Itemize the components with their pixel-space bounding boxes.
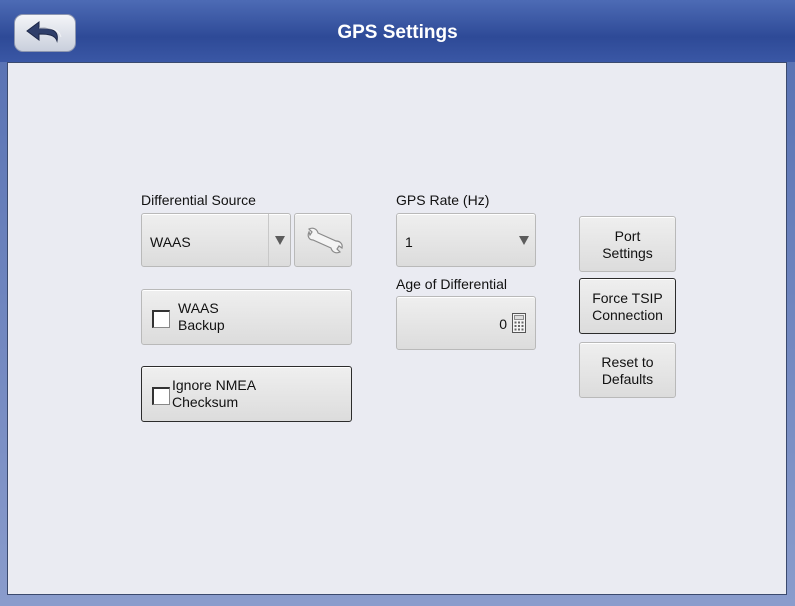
settings-panel: Differential Source WAAS WAAS Backup Ign…: [7, 62, 787, 595]
calculator-icon: [512, 313, 526, 333]
ignore-nmea-checkbox[interactable]: Ignore NMEA Checksum: [141, 366, 352, 422]
port-settings-label-2: Settings: [602, 245, 653, 261]
waas-backup-label-1: WAAS: [178, 300, 219, 316]
differential-settings-button[interactable]: [294, 213, 352, 267]
waas-backup-checkbox[interactable]: WAAS Backup: [141, 289, 352, 345]
ignore-nmea-check: [152, 387, 170, 405]
force-tsip-label-2: Connection: [592, 307, 663, 323]
force-tsip-button[interactable]: Force TSIP Connection: [579, 278, 676, 334]
port-settings-button[interactable]: Port Settings: [579, 216, 676, 272]
window-frame: GPS Settings Differential Source WAAS WA…: [0, 0, 795, 606]
age-of-differential-label: Age of Differential: [396, 276, 508, 292]
age-of-differential-value: 0: [499, 316, 507, 332]
age-of-differential-field[interactable]: 0: [396, 296, 536, 350]
waas-backup-label-2: Backup: [178, 317, 225, 333]
waas-backup-check: [152, 310, 170, 328]
gps-rate-value: 1: [405, 234, 413, 250]
dropdown-arrow-icon: [513, 214, 535, 266]
page-title: GPS Settings: [337, 22, 458, 43]
differential-source-label: Differential Source: [141, 192, 256, 208]
wrench-icon: [307, 227, 343, 254]
dropdown-arrow-icon: [268, 214, 290, 266]
gps-rate-dropdown[interactable]: 1: [396, 213, 536, 267]
ignore-nmea-label-2: Checksum: [172, 394, 239, 410]
ignore-nmea-label-1: Ignore NMEA: [172, 377, 257, 393]
reset-defaults-label-1: Reset to: [601, 354, 654, 370]
differential-source-dropdown[interactable]: WAAS: [141, 213, 291, 267]
title-bar: GPS Settings: [0, 0, 795, 62]
force-tsip-label-1: Force TSIP: [592, 290, 663, 306]
reset-defaults-button[interactable]: Reset to Defaults: [579, 342, 676, 398]
differential-source-value: WAAS: [150, 234, 191, 250]
gps-rate-label: GPS Rate (Hz): [396, 192, 490, 208]
port-settings-label-1: Port: [614, 228, 641, 244]
reset-defaults-label-2: Defaults: [601, 371, 654, 387]
